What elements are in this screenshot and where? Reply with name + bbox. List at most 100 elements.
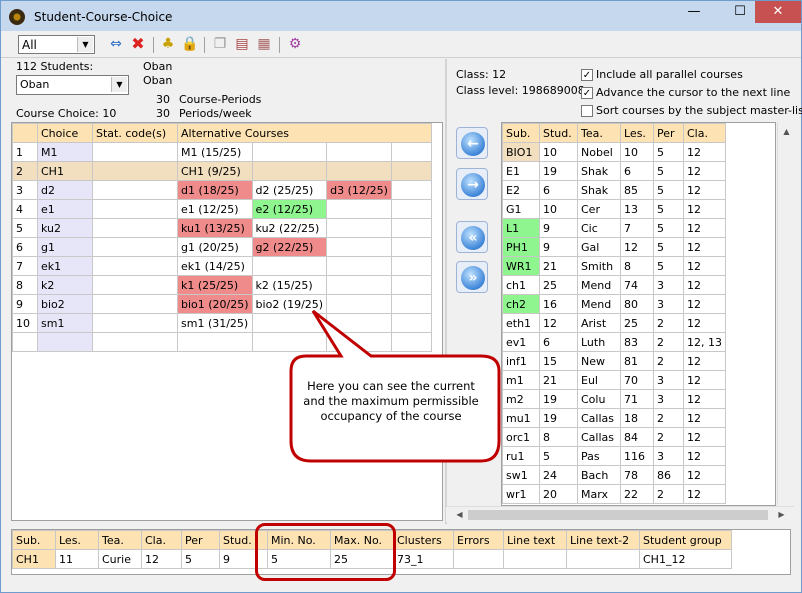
detail-col-header[interactable]: Student group <box>639 530 732 550</box>
course-row[interactable]: ch1 25 Mend 74 3 12 <box>502 275 726 295</box>
alternative-course-cell[interactable] <box>326 256 392 276</box>
stat-code-cell[interactable] <box>92 218 178 238</box>
choice-cell[interactable]: M1 <box>37 142 93 162</box>
choice-row[interactable]: 7 ek1 ek1 (14/25) <box>12 256 432 276</box>
title-bar[interactable]: Student-Course-Choice — ☐ ✕ <box>1 1 801 31</box>
alternative-course-cell[interactable] <box>390 275 432 295</box>
detail-cell[interactable] <box>503 549 567 569</box>
detail-col-header[interactable]: Sub. <box>12 530 56 550</box>
course-row[interactable]: PH1 9 Gal 12 5 12 <box>502 237 726 257</box>
choice-row[interactable]: 8 k2 k1 (25/25) k2 (15/25) <box>12 275 432 295</box>
detail-cell[interactable]: 11 <box>55 549 99 569</box>
col-header-choice[interactable]: Choice <box>37 123 93 143</box>
alternative-course-cell[interactable]: CH1 (9/25) <box>177 161 253 181</box>
choice-cell[interactable]: e1 <box>37 199 93 219</box>
people-icon[interactable]: ♣ <box>159 35 177 53</box>
alternative-course-cell[interactable]: M1 (15/25) <box>177 142 253 162</box>
course-row[interactable]: orc1 8 Callas 84 2 12 <box>502 427 726 447</box>
alternative-course-cell[interactable] <box>251 161 328 181</box>
detail-col-header[interactable]: Cla. <box>141 530 182 550</box>
scroll-left-icon[interactable]: ◀ <box>452 507 467 522</box>
stat-code-cell[interactable] <box>92 199 178 219</box>
copy-icon[interactable]: ❐ <box>211 35 229 53</box>
scroll-up-icon[interactable]: ▲ <box>779 124 794 139</box>
alternative-course-cell[interactable] <box>390 161 432 181</box>
detail-cell[interactable]: Curie <box>98 549 142 569</box>
stack-icon[interactable]: ▦ <box>255 35 273 53</box>
alternative-course-cell[interactable]: e2 (12/25) <box>251 199 328 219</box>
course-row[interactable]: mu1 19 Callas 18 2 12 <box>502 408 726 428</box>
alternative-course-cell[interactable] <box>390 256 432 276</box>
choice-row[interactable]: 2 CH1 CH1 (9/25) <box>12 161 432 181</box>
include-parallel-checkbox[interactable]: ✓ <box>581 69 593 81</box>
detail-cell[interactable]: 12 <box>141 549 182 569</box>
alternative-course-cell[interactable] <box>390 218 432 238</box>
alternative-course-cell[interactable]: ku2 (22/25) <box>251 218 328 238</box>
alternative-course-cell[interactable] <box>251 142 328 162</box>
course-row[interactable]: inf1 15 New 81 2 12 <box>502 351 726 371</box>
alternative-course-cell[interactable]: sm1 (31/25) <box>177 313 253 333</box>
detail-cell[interactable]: CH1 <box>12 549 56 569</box>
course-col-header[interactable]: Stud. <box>539 123 578 143</box>
course-row[interactable]: ru1 5 Pas 116 3 12 <box>502 446 726 466</box>
choice-cell[interactable]: ku2 <box>37 218 93 238</box>
course-row[interactable]: WR1 21 Smith 8 5 12 <box>502 256 726 276</box>
course-row[interactable]: L1 9 Cic 7 5 12 <box>502 218 726 238</box>
move-all-left-button[interactable]: « <box>456 221 488 253</box>
choice-row[interactable]: 4 e1 e1 (12/25) e2 (12/25) <box>12 199 432 219</box>
stat-code-cell[interactable] <box>92 180 178 200</box>
alternative-course-cell[interactable] <box>177 332 253 352</box>
course-row[interactable]: BIO1 10 Nobel 10 5 12 <box>502 142 726 162</box>
assign-left-button[interactable]: ← <box>456 127 488 159</box>
detail-col-header[interactable]: Clusters <box>393 530 454 550</box>
stat-code-cell[interactable] <box>92 237 178 257</box>
sort-courses-checkbox[interactable] <box>581 105 593 117</box>
alternative-course-cell[interactable]: k1 (25/25) <box>177 275 253 295</box>
alternative-course-cell[interactable]: ek1 (14/25) <box>177 256 253 276</box>
choice-row[interactable]: 6 g1 g1 (20/25) g2 (22/25) <box>12 237 432 257</box>
alternative-course-cell[interactable] <box>326 199 392 219</box>
choice-cell[interactable] <box>37 332 93 352</box>
assign-right-button[interactable]: → <box>456 168 488 200</box>
course-row[interactable]: E2 6 Shak 85 5 12 <box>502 180 726 200</box>
detail-col-header[interactable]: Les. <box>55 530 99 550</box>
stat-code-cell[interactable] <box>92 161 178 181</box>
course-col-header[interactable]: Tea. <box>577 123 621 143</box>
alternative-course-cell[interactable] <box>251 256 328 276</box>
choice-cell[interactable]: bio2 <box>37 294 93 314</box>
stat-code-cell[interactable] <box>92 142 178 162</box>
stat-code-cell[interactable] <box>92 256 178 276</box>
col-header-alternative-courses[interactable]: Alternative Courses <box>177 123 432 143</box>
alternative-course-cell[interactable] <box>326 161 392 181</box>
choice-cell[interactable]: d2 <box>37 180 93 200</box>
detail-cell[interactable] <box>566 549 640 569</box>
choice-row[interactable]: 1 M1 M1 (15/25) <box>12 142 432 162</box>
detail-col-header[interactable]: Line text <box>503 530 567 550</box>
choice-cell[interactable]: CH1 <box>37 161 93 181</box>
course-row[interactable]: ch2 16 Mend 80 3 12 <box>502 294 726 314</box>
move-all-right-button[interactable]: » <box>456 261 488 293</box>
stat-code-cell[interactable] <box>92 332 178 352</box>
stat-code-cell[interactable] <box>92 275 178 295</box>
delete-icon[interactable]: ✖ <box>129 35 147 53</box>
scroll-thumb[interactable] <box>468 510 768 520</box>
alternative-course-cell[interactable]: g1 (20/25) <box>177 237 253 257</box>
alternative-course-cell[interactable]: g2 (22/25) <box>251 237 328 257</box>
course-row[interactable]: G1 10 Cer 13 5 12 <box>502 199 726 219</box>
student-combo[interactable]: Oban ▼ <box>16 75 129 95</box>
choice-row[interactable]: 3 d2 d1 (18/25) d2 (25/25) d3 (12/25) <box>12 180 432 200</box>
alternative-course-cell[interactable]: e1 (12/25) <box>177 199 253 219</box>
alternative-course-cell[interactable]: k2 (15/25) <box>251 275 328 295</box>
detail-cell[interactable]: 73_1 <box>393 549 454 569</box>
alternative-course-cell[interactable]: d2 (25/25) <box>251 180 328 200</box>
close-button[interactable]: ✕ <box>755 1 801 23</box>
course-row[interactable]: eth1 12 Arist 25 2 12 <box>502 313 726 333</box>
course-row[interactable]: sw1 24 Bach 78 86 12 <box>502 465 726 485</box>
course-col-header[interactable]: Per <box>653 123 684 143</box>
alternative-course-cell[interactable] <box>390 237 432 257</box>
course-row[interactable]: m1 21 Eul 70 3 12 <box>502 370 726 390</box>
course-list-vscroll[interactable]: ▲ <box>777 122 794 506</box>
course-row[interactable]: wr1 20 Marx 22 2 12 <box>502 484 726 504</box>
alternative-course-cell[interactable]: d3 (12/25) <box>326 180 392 200</box>
lock-icon[interactable]: 🔒 <box>181 35 199 53</box>
